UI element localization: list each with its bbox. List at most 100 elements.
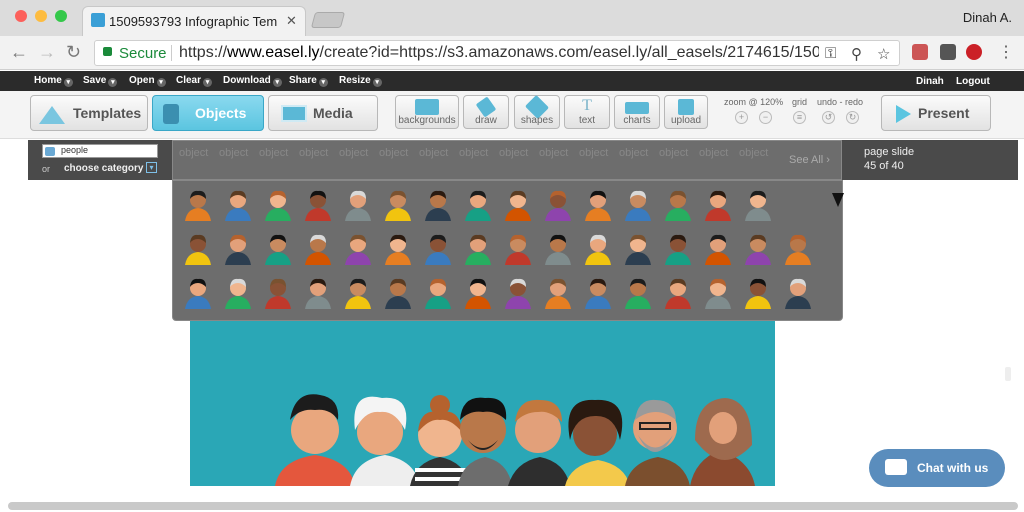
charts-button[interactable]: charts — [614, 95, 660, 129]
category-dropdown-icon[interactable]: ▾ — [146, 162, 157, 173]
person-object-thumbnail[interactable] — [585, 190, 611, 221]
person-object-thumbnail[interactable] — [545, 190, 571, 221]
person-object-thumbnail[interactable] — [385, 190, 411, 221]
person-object-thumbnail[interactable] — [505, 234, 531, 265]
menu-open[interactable]: Open ▾ — [129, 75, 166, 87]
key-icon[interactable]: ⚿ — [825, 45, 836, 62]
templates-button[interactable]: Templates — [30, 95, 148, 131]
see-all-link[interactable]: See All › — [789, 154, 830, 166]
menu-clear[interactable]: Clear ▾ — [176, 75, 213, 87]
new-tab-button[interactable] — [310, 12, 346, 28]
person-object-thumbnail[interactable] — [705, 234, 731, 265]
star-icon[interactable]: ☆ — [877, 45, 890, 63]
search-input[interactable]: people — [42, 144, 158, 158]
person-object-thumbnail[interactable] — [505, 278, 531, 309]
redo-icon[interactable]: ↻ — [846, 111, 859, 124]
tab-close-icon[interactable]: ✕ — [286, 13, 297, 29]
draw-button[interactable]: draw — [463, 95, 509, 129]
backgrounds-button[interactable]: backgrounds — [395, 95, 459, 129]
person-object-thumbnail[interactable] — [225, 278, 251, 309]
menu-download[interactable]: Download ▾ — [223, 75, 282, 87]
person-object-thumbnail[interactable] — [665, 234, 691, 265]
person-object-thumbnail[interactable] — [745, 278, 771, 309]
person-object-thumbnail[interactable] — [265, 278, 291, 309]
person-object-thumbnail[interactable] — [505, 190, 531, 221]
url-text[interactable]: https://www.easel.ly/create?id=https://s… — [179, 44, 819, 62]
pinterest-icon[interactable] — [966, 44, 982, 60]
person-object-thumbnail[interactable] — [785, 234, 811, 265]
objects-button[interactable]: Objects — [152, 95, 264, 131]
extension-icon[interactable] — [940, 44, 956, 60]
media-button[interactable]: Media — [268, 95, 378, 131]
menu-resize[interactable]: Resize ▾ — [339, 75, 382, 87]
person-object-thumbnail[interactable] — [625, 234, 651, 265]
minimize-window-icon[interactable] — [35, 10, 47, 22]
person-object-thumbnail[interactable] — [305, 278, 331, 309]
person-object-thumbnail[interactable] — [265, 234, 291, 265]
person-object-thumbnail[interactable] — [705, 278, 731, 309]
person-object-thumbnail[interactable] — [665, 278, 691, 309]
person-object-thumbnail[interactable] — [225, 190, 251, 221]
menu-share[interactable]: Share ▾ — [289, 75, 328, 87]
back-icon[interactable]: ← — [10, 42, 28, 63]
horizontal-scrollbar[interactable] — [8, 502, 1018, 510]
person-object-thumbnail[interactable] — [265, 190, 291, 221]
person-object-thumbnail[interactable] — [705, 190, 731, 221]
person-object-thumbnail[interactable] — [345, 278, 371, 309]
forward-icon[interactable]: → — [38, 42, 56, 63]
person-object-thumbnail[interactable] — [625, 278, 651, 309]
extension-icon[interactable] — [912, 44, 928, 60]
person-object-thumbnail[interactable] — [425, 190, 451, 221]
zoom-in-icon[interactable]: + — [735, 111, 748, 124]
object-placeholder: object — [299, 147, 329, 159]
undo-icon[interactable]: ↺ — [822, 111, 835, 124]
person-object-thumbnail[interactable] — [785, 278, 811, 309]
person-object-thumbnail[interactable] — [465, 278, 491, 309]
person-object-thumbnail[interactable] — [465, 234, 491, 265]
person-object-thumbnail[interactable] — [625, 190, 651, 221]
shapes-button[interactable]: shapes — [514, 94, 560, 129]
person-object-thumbnail[interactable] — [305, 190, 331, 221]
menu-save[interactable]: Save ▾ — [83, 75, 118, 87]
maximize-window-icon[interactable] — [55, 10, 67, 22]
chat-with-us-button[interactable]: Chat with us — [869, 449, 1005, 487]
person-object-thumbnail[interactable] — [385, 234, 411, 265]
zoom-icon[interactable]: ⚲ — [851, 45, 862, 63]
zoom-out-icon[interactable]: − — [759, 111, 772, 124]
infographic-canvas[interactable] — [190, 320, 775, 486]
text-button[interactable]: Ttext — [564, 95, 610, 129]
person-object-thumbnail[interactable] — [425, 278, 451, 309]
person-object-thumbnail[interactable] — [185, 234, 211, 265]
browser-tab[interactable]: 1509593793 Infographic Tem ✕ — [82, 6, 306, 36]
close-window-icon[interactable] — [15, 10, 27, 22]
person-object-thumbnail[interactable] — [545, 278, 571, 309]
logout-link[interactable]: Logout — [956, 76, 990, 87]
menu-home[interactable]: Home ▾ — [34, 75, 73, 87]
person-object-thumbnail[interactable] — [185, 278, 211, 309]
person-object-thumbnail[interactable] — [745, 190, 771, 221]
person-object-thumbnail[interactable] — [465, 190, 491, 221]
address-bar[interactable]: Secure https://www.easel.ly/create?id=ht… — [94, 40, 900, 66]
person-object-thumbnail[interactable] — [345, 234, 371, 265]
user-name[interactable]: Dinah — [916, 76, 944, 87]
person-object-thumbnail[interactable] — [185, 190, 211, 221]
person-object-thumbnail[interactable] — [345, 190, 371, 221]
person-object-thumbnail[interactable] — [745, 234, 771, 265]
person-object-thumbnail[interactable] — [305, 234, 331, 265]
present-button[interactable]: Present — [881, 95, 991, 131]
person-object-thumbnail[interactable] — [585, 234, 611, 265]
grid-icon[interactable]: ≡ — [793, 111, 806, 124]
tab-title: 1509593793 Infographic Tem — [109, 14, 278, 29]
panel-scroll-handle[interactable] — [1005, 367, 1011, 381]
person-object-thumbnail[interactable] — [665, 190, 691, 221]
person-object-thumbnail[interactable] — [225, 234, 251, 265]
choose-category-link[interactable]: choose category — [64, 163, 143, 174]
person-object-thumbnail[interactable] — [425, 234, 451, 265]
person-object-thumbnail[interactable] — [385, 278, 411, 309]
reload-icon[interactable]: ↻ — [66, 42, 81, 63]
person-object-thumbnail[interactable] — [545, 234, 571, 265]
upload-button[interactable]: upload — [664, 95, 708, 129]
profile-name[interactable]: Dinah A. — [963, 10, 1012, 25]
menu-icon[interactable]: ⋮ — [998, 42, 1014, 62]
person-object-thumbnail[interactable] — [585, 278, 611, 309]
